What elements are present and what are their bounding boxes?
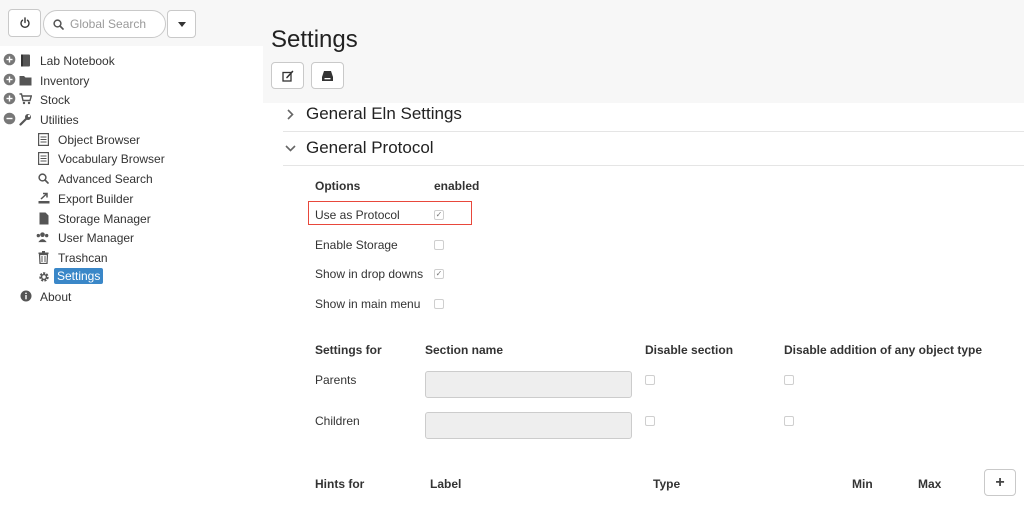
plus-icon: + <box>995 473 1005 491</box>
disable-section-header: Disable section <box>645 343 734 357</box>
sidebar-toolbar <box>0 0 263 46</box>
children-disable-section-checkbox[interactable] <box>645 416 655 426</box>
sidebar-item-label: Utilities <box>40 112 79 127</box>
caret-down-icon <box>177 21 186 27</box>
minus-circle-icon[interactable] <box>3 112 16 125</box>
cart-icon <box>19 92 32 106</box>
add-hint-button[interactable]: + <box>984 469 1016 496</box>
sidebar-item-label: Object Browser <box>58 132 141 147</box>
enabled-column-header: enabled <box>434 179 480 193</box>
option-label: Show in main menu <box>315 297 421 311</box>
divider <box>283 131 1024 132</box>
chevron-right-icon <box>283 108 297 120</box>
export-icon <box>37 191 50 205</box>
settings-for-header: Settings for <box>315 343 382 357</box>
hints-for-header: Hints for <box>315 477 365 491</box>
children-section-name-input[interactable] <box>425 412 632 439</box>
show-in-main-menu-checkbox[interactable] <box>434 299 444 309</box>
trash-icon <box>37 250 50 264</box>
file-icon <box>37 211 50 225</box>
label-header: Label <box>430 477 462 491</box>
users-icon <box>36 230 49 244</box>
wrench-icon <box>19 112 32 126</box>
sidebar: Lab Notebook Inventory Stock <box>0 0 263 507</box>
option-label: Show in drop downs <box>315 267 424 281</box>
logout-button[interactable] <box>8 9 41 37</box>
main-content: Settings General Eln Settings General Pr… <box>263 0 1024 507</box>
plus-circle-icon[interactable] <box>3 53 16 66</box>
search-input[interactable] <box>68 16 163 32</box>
sidebar-item-label: Inventory <box>40 73 90 88</box>
disable-addition-header: Disable addition of any object type <box>784 343 983 357</box>
min-header: Min <box>852 477 873 491</box>
sidebar-item-label: About <box>40 289 72 304</box>
show-in-drop-downs-checkbox[interactable]: ✓ <box>434 269 444 279</box>
section-name-header: Section name <box>425 343 504 357</box>
page-title: Settings <box>271 26 358 53</box>
save-button[interactable] <box>311 62 344 89</box>
row-label-children: Children <box>315 414 360 428</box>
divider <box>283 165 1024 166</box>
section-general-eln-settings[interactable]: General Eln Settings <box>283 104 462 124</box>
edit-icon <box>281 70 293 82</box>
enable-storage-checkbox[interactable] <box>434 240 444 250</box>
sidebar-item-label: Vocabulary Browser <box>58 151 165 166</box>
info-icon <box>19 289 32 303</box>
chevron-down-icon <box>283 144 297 152</box>
parents-section-name-input[interactable] <box>425 371 632 398</box>
sidebar-item-label: Export Builder <box>58 191 134 206</box>
edit-button[interactable] <box>271 62 304 89</box>
gear-icon <box>37 270 50 284</box>
section-general-protocol[interactable]: General Protocol <box>283 138 434 158</box>
sidebar-item-label: Lab Notebook <box>40 53 115 68</box>
list-icon <box>37 132 50 146</box>
folder-icon <box>19 73 32 87</box>
list-icon <box>37 151 50 165</box>
section-title: General Eln Settings <box>306 104 462 123</box>
parents-disable-section-checkbox[interactable] <box>645 375 655 385</box>
type-header: Type <box>653 477 681 491</box>
options-column-header: Options <box>315 179 361 193</box>
sidebar-item-label: Trashcan <box>58 250 108 265</box>
notebook-icon <box>19 53 32 67</box>
section-title: General Protocol <box>306 138 434 157</box>
sidebar-item-label: Settings <box>54 268 104 284</box>
option-label: Enable Storage <box>315 238 398 252</box>
sidebar-item-label: Stock <box>40 92 71 107</box>
check-icon: ✓ <box>435 210 443 219</box>
sidebar-item-label: User Manager <box>58 230 135 245</box>
option-label: Use as Protocol <box>315 208 400 222</box>
parents-disable-addition-checkbox[interactable] <box>784 375 794 385</box>
sidebar-item-label: Advanced Search <box>58 171 153 186</box>
use-as-protocol-checkbox[interactable]: ✓ <box>434 210 444 220</box>
plus-circle-icon[interactable] <box>3 73 16 86</box>
search-options-button[interactable] <box>167 10 196 38</box>
children-disable-addition-checkbox[interactable] <box>784 416 794 426</box>
check-icon: ✓ <box>435 269 443 278</box>
sidebar-item-label: Storage Manager <box>58 211 151 226</box>
power-icon <box>19 17 30 29</box>
page-header: Settings <box>263 0 1024 103</box>
max-header: Max <box>918 477 942 491</box>
global-search[interactable] <box>43 10 166 38</box>
search-icon <box>37 171 50 185</box>
search-icon <box>53 18 64 30</box>
save-icon <box>322 70 333 81</box>
row-label-parents: Parents <box>315 373 357 387</box>
plus-circle-icon[interactable] <box>3 92 16 105</box>
